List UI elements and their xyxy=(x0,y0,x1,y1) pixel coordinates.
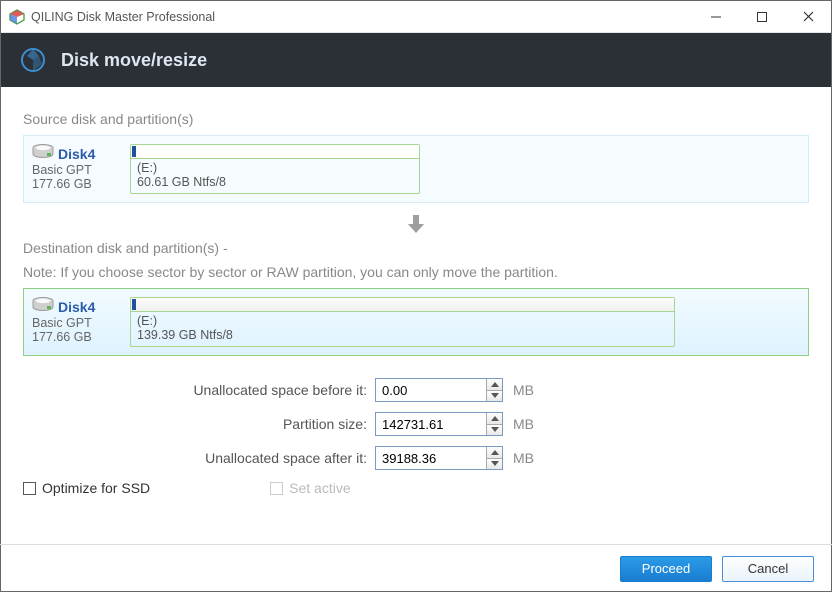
unalloc-before-input[interactable] xyxy=(375,378,503,402)
source-part-desc: 60.61 GB Ntfs/8 xyxy=(137,175,413,189)
partition-size-label: Partition size: xyxy=(23,416,375,432)
partition-used-bar xyxy=(132,299,136,310)
titlebar: QILING Disk Master Professional xyxy=(1,1,831,33)
source-disk-name: Disk4 xyxy=(58,146,95,162)
source-disk-type: Basic GPT xyxy=(32,163,130,177)
partition-size-input[interactable] xyxy=(375,412,503,436)
checkboxes: Optimize for SSD Set active xyxy=(23,480,809,496)
window-controls xyxy=(693,1,831,33)
unalloc-after-input[interactable] xyxy=(375,446,503,470)
destination-disk-name: Disk4 xyxy=(58,299,95,315)
optimize-ssd-label: Optimize for SSD xyxy=(42,480,150,496)
stepper-up-icon[interactable] xyxy=(487,413,502,424)
checkbox-icon xyxy=(23,482,36,495)
unit-label: MB xyxy=(513,416,534,432)
logo-icon xyxy=(19,46,47,74)
destination-disk-panel: Disk4 Basic GPT 177.66 GB (E:) 139.39 GB… xyxy=(23,288,809,356)
destination-disk-size: 177.66 GB xyxy=(32,330,130,344)
header: Disk move/resize xyxy=(1,33,831,87)
app-icon xyxy=(9,9,25,25)
destination-partition[interactable]: (E:) 139.39 GB Ntfs/8 xyxy=(130,297,675,347)
unalloc-before-label: Unallocated space before it: xyxy=(23,382,375,398)
source-label: Source disk and partition(s) xyxy=(23,111,809,127)
source-disk-size: 177.66 GB xyxy=(32,177,130,191)
source-disk-info: Disk4 Basic GPT 177.66 GB xyxy=(32,144,130,191)
source-part-letter: (E:) xyxy=(137,161,413,175)
close-button[interactable] xyxy=(785,1,831,33)
unit-label: MB xyxy=(513,382,534,398)
source-partition[interactable]: (E:) 60.61 GB Ntfs/8 xyxy=(130,144,420,194)
set-active-label: Set active xyxy=(289,480,350,496)
disk-icon xyxy=(32,144,54,163)
unalloc-after-field[interactable] xyxy=(376,447,486,469)
unit-label: MB xyxy=(513,450,534,466)
stepper-up-icon[interactable] xyxy=(487,379,502,390)
partition-used-bar xyxy=(132,146,136,157)
stepper-down-icon[interactable] xyxy=(487,390,502,402)
disk-icon xyxy=(32,297,54,316)
checkbox-icon xyxy=(270,482,283,495)
destination-part-letter: (E:) xyxy=(137,314,668,328)
destination-note: Note: If you choose sector by sector or … xyxy=(23,264,809,280)
proceed-button[interactable]: Proceed xyxy=(620,556,712,582)
destination-disk-type: Basic GPT xyxy=(32,316,130,330)
destination-disk-info: Disk4 Basic GPT 177.66 GB xyxy=(32,297,130,344)
minimize-button[interactable] xyxy=(693,1,739,33)
window-title: QILING Disk Master Professional xyxy=(31,10,693,24)
set-active-checkbox: Set active xyxy=(270,480,350,496)
destination-label: Destination disk and partition(s) - xyxy=(23,240,809,256)
form-rows: Unallocated space before it: MB Partitio… xyxy=(23,378,809,470)
stepper-down-icon[interactable] xyxy=(487,424,502,436)
content: Source disk and partition(s) Disk4 Basic… xyxy=(1,87,831,496)
footer: Proceed Cancel xyxy=(0,544,832,592)
partition-size-field[interactable] xyxy=(376,413,486,435)
page-title: Disk move/resize xyxy=(61,50,207,71)
maximize-button[interactable] xyxy=(739,1,785,33)
arrow-down-icon xyxy=(23,213,809,238)
unalloc-before-field[interactable] xyxy=(376,379,486,401)
unalloc-after-label: Unallocated space after it: xyxy=(23,450,375,466)
source-disk-panel: Disk4 Basic GPT 177.66 GB (E:) 60.61 GB … xyxy=(23,135,809,203)
cancel-button[interactable]: Cancel xyxy=(722,556,814,582)
stepper-up-icon[interactable] xyxy=(487,447,502,458)
stepper-down-icon[interactable] xyxy=(487,458,502,470)
destination-part-desc: 139.39 GB Ntfs/8 xyxy=(137,328,668,342)
optimize-ssd-checkbox[interactable]: Optimize for SSD xyxy=(23,480,150,496)
